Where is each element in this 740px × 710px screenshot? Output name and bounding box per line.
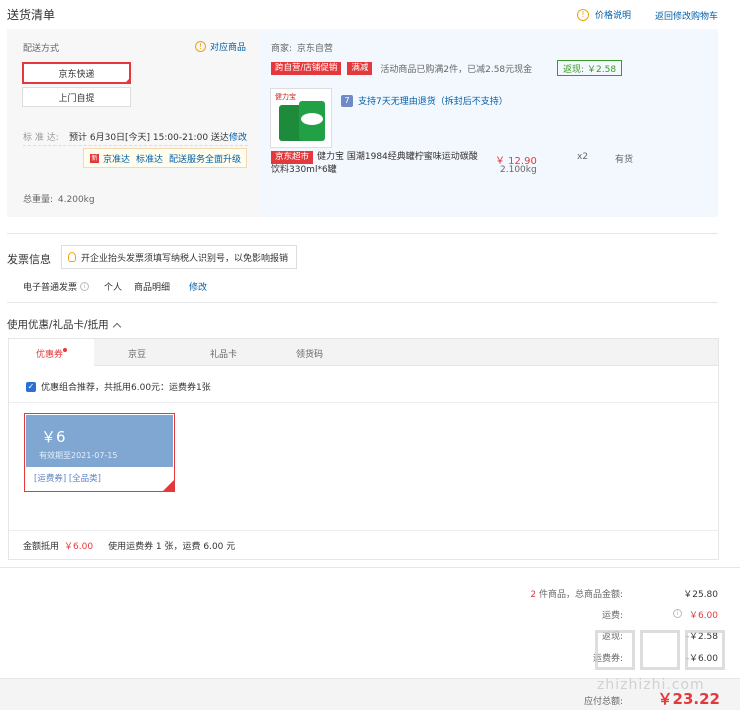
service-upgrade-banner: 新 京准达 标准达 配送服务全面升级	[83, 148, 247, 168]
price-note-link[interactable]: ! 价格说明	[577, 8, 631, 21]
product-title[interactable]: 京东超市 健力宝 国潮1984经典罐柠蜜味运动碳酸饮料330ml*6罐	[271, 151, 484, 177]
jd-express-option[interactable]: 京东快递	[22, 62, 131, 84]
standard-label: 标 准 达:	[23, 133, 59, 143]
selected-check-icon	[124, 77, 131, 84]
invoice-type: 电子普通发票	[23, 283, 78, 293]
page-title: 送货清单	[7, 8, 56, 22]
info-icon: !	[195, 41, 206, 52]
edit-delivery-link[interactable]: 修改	[229, 130, 247, 143]
section-divider	[0, 567, 740, 568]
section-divider	[7, 233, 718, 234]
help-icon: i	[673, 609, 682, 618]
goods-total-amount: ￥25.80	[683, 590, 718, 600]
site-watermark: zhizhizhi.com	[593, 628, 733, 708]
coupon-amount: ￥6	[41, 428, 66, 446]
promo-tag: 跨自营/店铺促销	[271, 62, 342, 75]
tab-redeem-code[interactable]: 领货码	[296, 347, 323, 360]
tab-jd-beans[interactable]: 京豆	[128, 347, 146, 360]
shipping-amount: ￥6.00	[688, 611, 718, 621]
lightbulb-icon	[68, 252, 76, 262]
invoice-detail: 商品明细	[134, 283, 171, 293]
cashback-badge: 返现: ￥2.58	[557, 60, 623, 76]
invoice-title: 发票信息	[7, 253, 51, 266]
stock-status: 有货	[615, 155, 634, 165]
section-divider	[9, 402, 718, 403]
chevron-up-icon	[112, 322, 121, 331]
help-icon: i	[80, 282, 90, 291]
invoice-details: 电子普通发票 i 个人 商品明细 修改	[23, 280, 207, 293]
return-policy: 7 支持7天无理由退货（拆封后不支持）	[341, 94, 508, 107]
checkbox[interactable]: ✓	[26, 381, 36, 392]
tab-coupons[interactable]: 优惠券	[9, 339, 94, 367]
product-weight: 2.100kg	[500, 165, 537, 175]
merchant: 商家: 京东自营	[271, 44, 333, 54]
product-quantity: x2	[577, 152, 589, 162]
shipping-label: 运费:	[601, 611, 623, 621]
coupons-toggle[interactable]: 使用优惠/礼品卡/抵用	[7, 317, 121, 332]
delivery-method-label: 配送方式	[23, 44, 60, 54]
products-link[interactable]: ! 对应商品	[195, 40, 246, 53]
upgrade-divider	[23, 145, 248, 146]
coupons-tabbar	[9, 339, 718, 366]
invoice-tip: 开企业抬头发票须填写纳税人识别号，以免影响报销	[61, 245, 297, 269]
info-icon: !	[577, 8, 589, 21]
coupon-validity: 有效期至2021-07-15	[39, 451, 118, 460]
promo-text: 活动商品已购满2件，已减2.58元现金	[380, 65, 533, 75]
upgrade-icon: 新	[90, 153, 99, 163]
combo-recommend[interactable]: ✓ 优惠组合推荐，共抵用6.00元：运费券1张	[26, 380, 211, 393]
tab-gift-card[interactable]: 礼品卡	[210, 347, 237, 360]
coupon-card[interactable]: ￥6 有效期至2021-07-15 [运费券] [全品类]	[24, 413, 175, 492]
new-dot	[63, 348, 67, 352]
selected-check-icon	[163, 480, 174, 491]
self-pickup-option[interactable]: 上门自提	[22, 87, 131, 107]
can-label	[301, 113, 323, 125]
promo-row: 跨自营/店铺促销 满减 活动商品已购满2件，已减2.58元现金	[271, 62, 532, 75]
product-image[interactable]: 健力宝	[270, 88, 332, 148]
delivery-panel	[7, 29, 259, 217]
total-weight: 总重量: 4.200kg	[23, 195, 95, 205]
promo-tag: 满减	[347, 62, 373, 75]
return-icon: 7	[341, 94, 353, 107]
invoice-individual: 个人	[104, 283, 123, 293]
product-image-label: 健力宝	[275, 93, 296, 101]
back-to-cart-link[interactable]: 返回修改购物车	[655, 9, 718, 22]
invoice-edit-link[interactable]: 修改	[189, 280, 207, 293]
section-divider	[9, 530, 718, 531]
coupon-tags: [运费券] [全品类]	[34, 474, 101, 484]
supermarket-tag: 京东超市	[271, 151, 314, 164]
goods-total-label: 2 件商品，总商品金额:	[530, 590, 623, 600]
section-divider	[7, 302, 718, 303]
delivery-eta: 预计 6月30日[今天] 15:00-21:00 送达	[69, 133, 229, 143]
coupon-summary: 金额抵用 ￥6.00 使用运费券 1 张，运费 6.00 元	[23, 542, 236, 552]
